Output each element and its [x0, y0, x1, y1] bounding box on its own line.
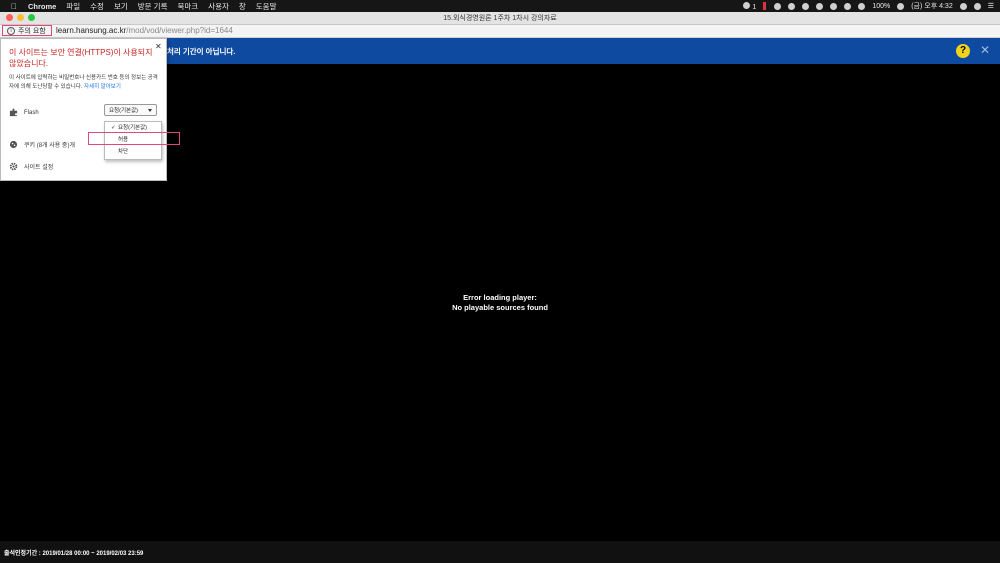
- cloud-icon[interactable]: [788, 2, 796, 10]
- puzzle-icon: [9, 108, 18, 117]
- player-error-line1: Error loading player:: [463, 293, 537, 302]
- info-icon: i: [7, 26, 15, 35]
- flash-permission-select[interactable]: 요청(기본값): [104, 104, 157, 116]
- option-ask-default-label: 요청(기본값): [118, 125, 147, 131]
- player-error-line2: No playable sources found: [452, 303, 548, 312]
- option-block-label: 차단: [118, 149, 129, 155]
- menu-help[interactable]: 도움말: [256, 1, 277, 12]
- flash-label: Flash: [24, 109, 39, 116]
- address-bar[interactable]: i 주의 요함 learn.hansung.ac.kr/mod/vod/view…: [0, 25, 1000, 38]
- url-text[interactable]: learn.hansung.ac.kr/mod/vod/viewer.php?i…: [56, 26, 233, 35]
- macos-menubar:  Chrome 파일 수정 보기 방문 기록 북마크 사용자 창 도움말 1 …: [0, 0, 1000, 12]
- cookies-row[interactable]: 쿠키 (8개 사용 중)개: [9, 140, 75, 149]
- cookies-label: 쿠키 (8개 사용 중)개: [24, 143, 75, 149]
- menu-bookmarks[interactable]: 북마크: [177, 1, 198, 12]
- flash-permission-row: Flash: [9, 108, 39, 117]
- menu-people[interactable]: 사용자: [208, 1, 229, 12]
- menu-file[interactable]: 파일: [66, 1, 80, 12]
- menu-app-chrome[interactable]: Chrome: [28, 2, 56, 11]
- window-titlebar: 15.외식경영원론 1주차 1차시 강의자료: [0, 12, 1000, 25]
- app-status-icon: [743, 1, 751, 9]
- siri-icon[interactable]: [973, 2, 981, 10]
- mic-icon[interactable]: [816, 2, 824, 10]
- cookie-icon: [9, 140, 18, 149]
- search-icon[interactable]: [959, 2, 967, 10]
- site-security-chip[interactable]: i 주의 요함: [2, 25, 52, 36]
- menu-edit[interactable]: 수정: [90, 1, 104, 12]
- recording-icon[interactable]: [763, 2, 767, 10]
- attendance-period: 출석인정기간 : 2019/01/28 00:00 ~ 2019/02/03 2…: [4, 551, 144, 557]
- menu-window[interactable]: 창: [239, 1, 246, 12]
- insecure-warning-title: 이 사이트는 보안 연결(HTTPS)이 사용되지 않았습니다.: [9, 48, 153, 68]
- notification-count[interactable]: 1: [743, 1, 756, 11]
- site-settings-label: 사이트 설정: [24, 165, 54, 171]
- url-host: learn.hansung.ac.kr: [56, 26, 127, 35]
- option-block[interactable]: 차단: [105, 147, 161, 158]
- attendance-footer: 출석인정기간 : 2019/01/28 00:00 ~ 2019/02/03 2…: [0, 541, 1000, 563]
- apple-icon[interactable]: : [11, 2, 20, 11]
- wifi-icon[interactable]: [844, 2, 852, 10]
- battery-status[interactable]: 100%: [872, 3, 890, 10]
- window-title: 15.외식경영원론 1주차 1차시 강의자료: [443, 15, 557, 22]
- gear-icon: [9, 162, 18, 171]
- learn-more-link[interactable]: 자세히 알아보기: [84, 84, 121, 90]
- bluetooth-icon[interactable]: [830, 2, 838, 10]
- site-settings-row[interactable]: 사이트 설정: [9, 162, 53, 171]
- player-error-message: Error loading player: No playable source…: [0, 293, 1000, 313]
- url-path: /mod/vod/viewer.php?id=1644: [126, 26, 233, 35]
- notice-text: 처리 기간이 아닙니다.: [167, 47, 236, 56]
- chat-icon[interactable]: [774, 2, 782, 10]
- input-source-icon[interactable]: [897, 2, 905, 10]
- help-icon[interactable]: ?: [956, 44, 970, 58]
- chevron-down-icon: [148, 109, 152, 112]
- volume-icon[interactable]: [858, 2, 866, 10]
- dropbox-icon[interactable]: [802, 2, 810, 10]
- insecure-warning-description: 이 사이트에 입력하는 비밀번호나 신용카드 번호 등의 정보는 공격자에 의해…: [9, 74, 161, 92]
- menu-history[interactable]: 방문 기록: [138, 1, 168, 12]
- menubar-clock[interactable]: (금) 오후 4:32: [911, 1, 953, 11]
- allow-option-highlight: [88, 132, 180, 145]
- menu-view[interactable]: 보기: [114, 1, 128, 12]
- flash-select-value: 요청(기본값): [109, 108, 138, 114]
- control-center-icon[interactable]: ☰: [988, 2, 994, 10]
- close-icon[interactable]: ✕: [980, 43, 990, 57]
- security-label: 주의 요함: [18, 27, 46, 35]
